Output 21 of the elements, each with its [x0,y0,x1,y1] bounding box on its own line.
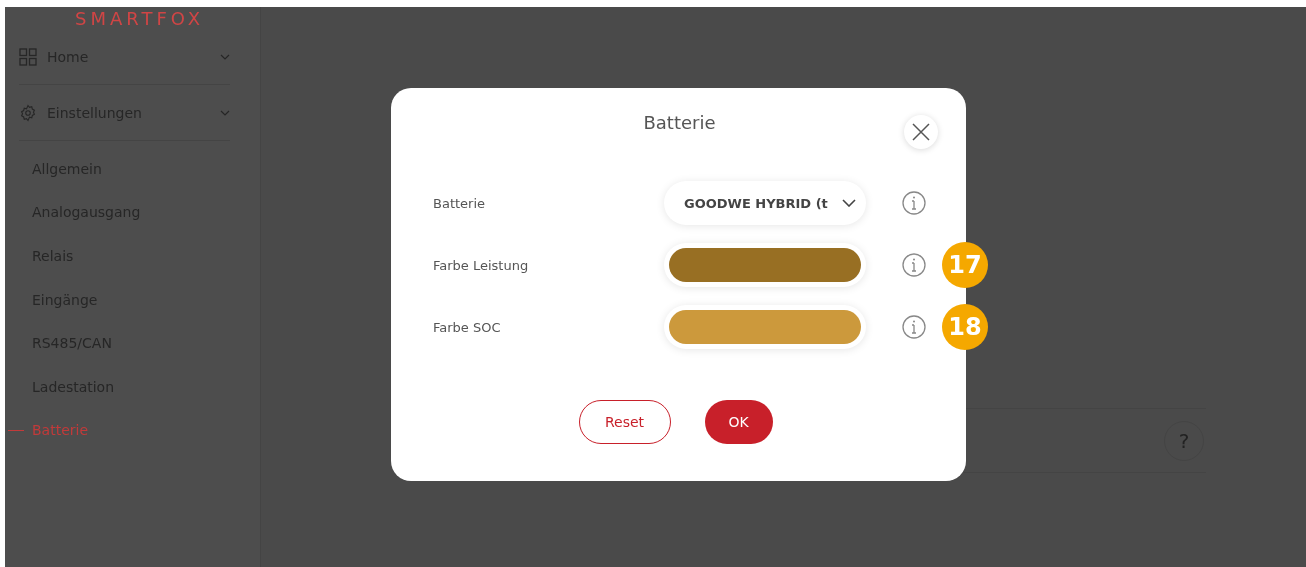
grid-icon [19,47,37,66]
dialog-title: Batterie [643,111,716,133]
close-button[interactable] [904,115,938,149]
battery-dropdown[interactable]: GOODWE HYBRID (t [664,181,866,225]
field-label: Batterie [433,195,487,211]
field-label: Farbe SOC [433,319,502,335]
info-icon[interactable] [902,191,926,215]
info-icon[interactable] [902,253,926,277]
info-icon[interactable] [902,315,926,339]
close-icon [912,123,930,141]
ok-button[interactable]: OK [704,400,773,444]
chevron-down-icon [842,199,856,207]
number-badge: 17 [942,242,988,288]
reset-button[interactable]: Reset [578,400,671,444]
logo-text: SMARTFOX [75,9,205,29]
number-badge: 18 [942,304,988,350]
field-label: Farbe Leistung [433,257,530,273]
chevron-down-icon [220,53,230,60]
nav-item[interactable]: Batterie [5,408,260,453]
chevron-down-icon [220,109,230,116]
settings-icon [19,103,37,122]
